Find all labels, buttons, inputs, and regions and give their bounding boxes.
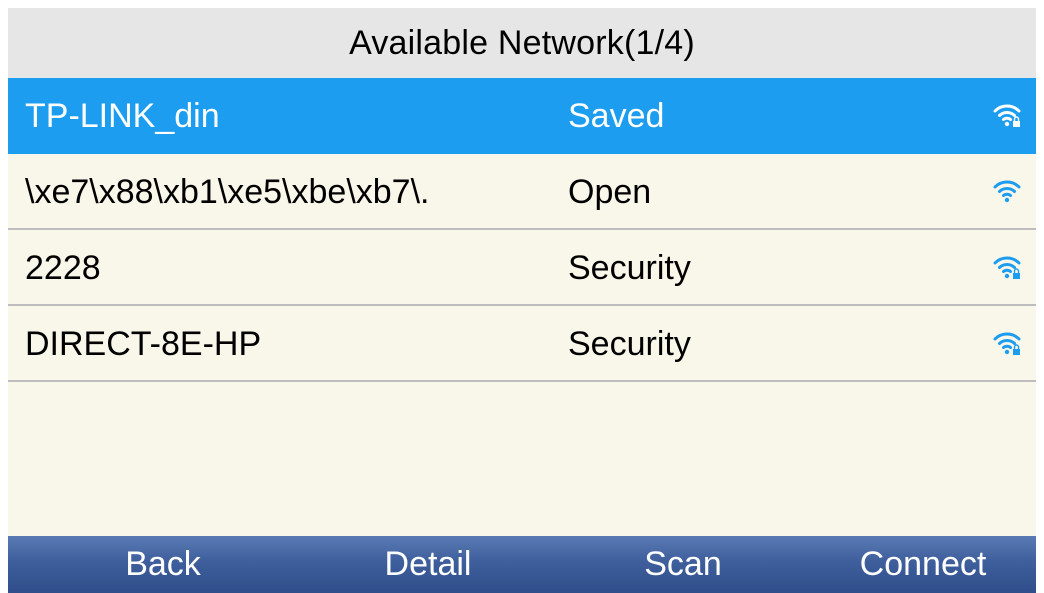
network-status: Security — [568, 325, 691, 363]
network-list: TP-LINK_din Saved \xe7\x88\xb1\xe5\xbe\x… — [8, 78, 1036, 382]
connect-button[interactable]: Connect — [828, 536, 1018, 593]
network-row-2228[interactable]: 2228 Security — [8, 230, 1036, 306]
page-title: Available Network(1/4) — [349, 23, 695, 62]
network-row-tp-link-din[interactable]: TP-LINK_din Saved — [8, 78, 1036, 154]
network-name: \xe7\x88\xb1\xe5\xbe\xb7\. — [25, 173, 430, 211]
network-row-direct-8e-hp[interactable]: DIRECT-8E-HP Security — [8, 306, 1036, 382]
wifi-locked-icon — [993, 104, 1021, 127]
network-row-2[interactable]: \xe7\x88\xb1\xe5\xbe\xb7\. Open — [8, 154, 1036, 230]
wifi-network-screen: Available Network(1/4) TP-LINK_din Saved… — [8, 8, 1036, 593]
wifi-locked-icon — [993, 256, 1021, 279]
network-name: 2228 — [25, 249, 101, 287]
network-name: DIRECT-8E-HP — [25, 325, 262, 363]
scan-button[interactable]: Scan — [618, 536, 748, 593]
softkey-bar: Back Detail Scan Connect — [8, 536, 1036, 593]
network-status: Saved — [568, 97, 665, 135]
wifi-locked-icon — [993, 332, 1021, 355]
detail-button[interactable]: Detail — [358, 536, 498, 593]
wifi-icon — [993, 180, 1021, 203]
network-name: TP-LINK_din — [25, 97, 220, 135]
back-button[interactable]: Back — [98, 536, 228, 593]
title-bar: Available Network(1/4) — [8, 8, 1036, 79]
network-status: Security — [568, 249, 691, 287]
network-status: Open — [568, 173, 652, 211]
